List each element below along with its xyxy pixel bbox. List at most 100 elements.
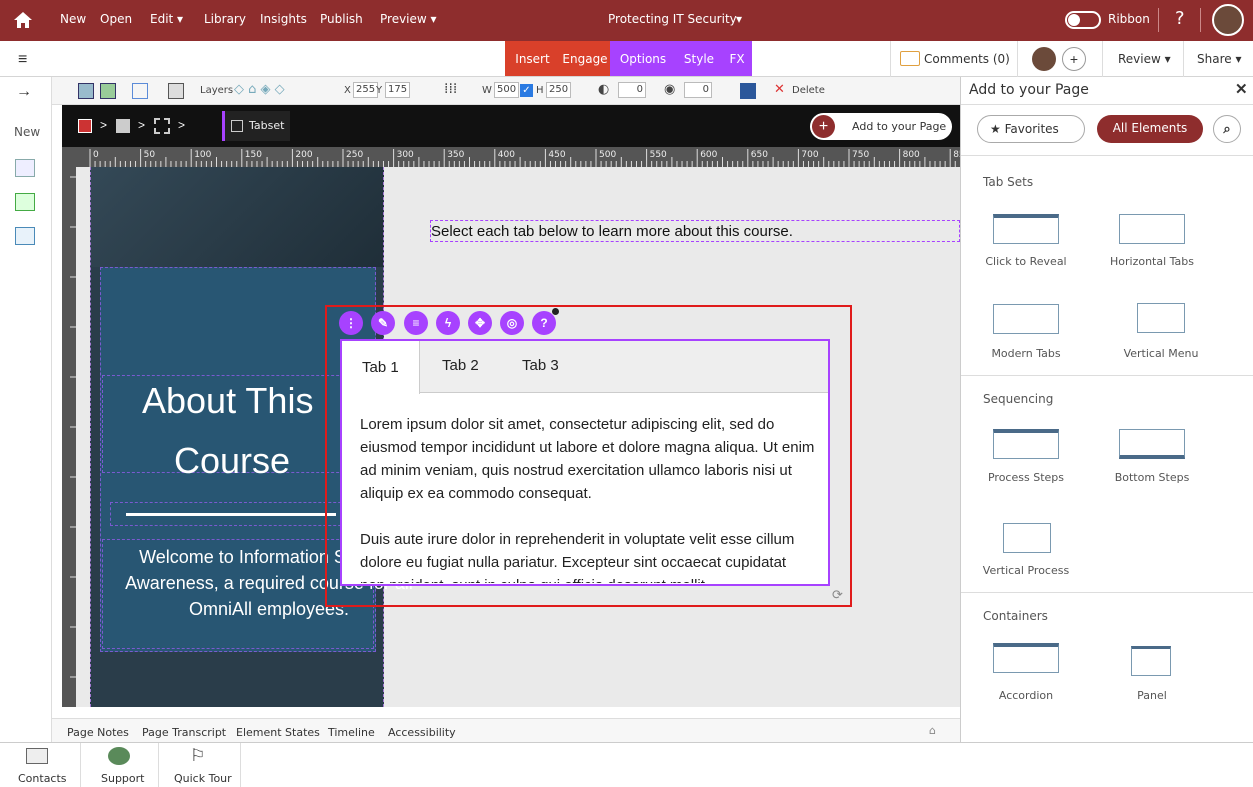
click-to-reveal-label[interactable]: Click to Reveal (966, 255, 1086, 268)
group-icon[interactable] (154, 118, 170, 134)
menu-new[interactable]: New (60, 12, 86, 26)
tab-2[interactable]: Tab 2 (442, 357, 479, 374)
comments-button[interactable]: Comments (0) (924, 52, 1010, 66)
help-circle-icon[interactable]: ? (532, 311, 556, 335)
pencil-icon[interactable]: ✎ (371, 311, 395, 335)
comment-icon[interactable] (900, 51, 920, 66)
modern-tabs-label[interactable]: Modern Tabs (966, 347, 1086, 360)
quick-tour-button[interactable]: Quick Tour (174, 772, 232, 785)
menu-insights[interactable]: Insights (260, 12, 307, 26)
horizontal-tabs-thumb[interactable] (1119, 214, 1185, 244)
user-avatar[interactable] (1212, 4, 1244, 36)
x-input[interactable]: 255 (353, 82, 379, 98)
horizontal-tabs-label[interactable]: Horizontal Tabs (1092, 255, 1212, 268)
ribbon-toggle[interactable] (1065, 11, 1101, 29)
heading-line2[interactable]: Course (174, 440, 290, 482)
more-options-icon[interactable]: ⋮ (339, 311, 363, 335)
add-to-page-button[interactable]: + Add to your Page (810, 113, 952, 140)
contacts-button[interactable]: Contacts (18, 772, 67, 785)
width-input[interactable]: 500 (494, 82, 520, 98)
rotate-handle-icon[interactable]: ⟳ (832, 587, 843, 603)
tab-1[interactable]: Tab 1 (342, 341, 420, 394)
help-icon[interactable]: ? (1175, 8, 1185, 29)
bottom-steps-label[interactable]: Bottom Steps (1092, 471, 1212, 484)
process-steps-thumb[interactable] (993, 429, 1059, 459)
menu-library[interactable]: Library (204, 12, 246, 26)
page-notes-tab[interactable]: Page Notes (67, 726, 129, 739)
vertical-menu-label[interactable]: Vertical Menu (1101, 347, 1221, 360)
accordion-label[interactable]: Accordion (966, 689, 1086, 702)
edit-tool-icon[interactable] (168, 83, 184, 99)
image-alt-tool-icon[interactable] (100, 83, 116, 99)
tab-3[interactable]: Tab 3 (522, 357, 559, 374)
lock-ratio-checkbox[interactable]: ✓ (520, 84, 533, 97)
search-page-icon[interactable] (15, 227, 35, 245)
add-collaborator-button[interactable]: + (1062, 47, 1086, 71)
opacity-input[interactable]: 0 (618, 82, 646, 98)
support-icon[interactable] (108, 747, 130, 765)
close-icon[interactable]: ✕ (1235, 80, 1248, 98)
container-icon[interactable] (116, 119, 130, 133)
target-icon[interactable]: ◎ (500, 311, 524, 335)
share-button[interactable]: Share ▾ (1197, 52, 1241, 66)
title-dropdown-icon[interactable]: ▾ (736, 12, 742, 26)
hamburger-icon[interactable]: ≡ (18, 51, 27, 69)
height-input[interactable]: 250 (546, 82, 572, 98)
arrow-right-icon[interactable]: → (16, 83, 32, 101)
tabset-widget[interactable]: Tab 1 Tab 2 Tab 3 Lorem ipsum dolor sit … (340, 339, 830, 586)
y-input[interactable]: 175 (385, 82, 411, 98)
word-doc-icon[interactable] (740, 83, 756, 99)
tab-options[interactable]: Options (610, 41, 676, 76)
frame-tool-icon[interactable] (132, 83, 148, 99)
accordion-thumb[interactable] (993, 643, 1059, 673)
page-icon[interactable] (78, 119, 92, 133)
support-button[interactable]: Support (101, 772, 144, 785)
timeline-tab[interactable]: Timeline (328, 726, 375, 739)
quiz-page-icon[interactable] (15, 193, 35, 211)
panel-thumb[interactable] (1131, 646, 1171, 676)
modern-tabs-thumb[interactable] (993, 304, 1059, 334)
all-elements-button[interactable]: All Elements (1097, 115, 1203, 143)
instruction-text[interactable]: Select each tab below to learn more abou… (430, 220, 960, 242)
bottom-steps-thumb[interactable] (1119, 429, 1185, 459)
menu-open[interactable]: Open (100, 12, 132, 26)
search-icon[interactable]: ⌕ (1213, 115, 1241, 143)
contacts-icon[interactable] (26, 748, 48, 764)
lightning-icon[interactable]: ϟ (436, 311, 460, 335)
layer-front-icon[interactable]: ◇ ⌂ ◈ ◇ (234, 82, 285, 97)
favorites-button[interactable]: ★ Favorites (977, 115, 1085, 143)
signpost-icon[interactable]: ⚐ (190, 746, 210, 766)
accessibility-tab[interactable]: Accessibility (388, 726, 456, 739)
home-icon[interactable] (12, 9, 34, 31)
vertical-process-label[interactable]: Vertical Process (966, 564, 1086, 577)
menu-preview[interactable]: Preview ▾ (380, 12, 437, 26)
vertical-menu-thumb[interactable] (1137, 303, 1185, 333)
tab-insert[interactable]: Insert (505, 41, 560, 76)
sliders-icon[interactable]: ≡ (404, 311, 428, 335)
tabset-breadcrumb-item[interactable]: Tabset (222, 111, 290, 141)
heading-line1[interactable]: About This (142, 380, 313, 422)
vertical-process-thumb[interactable] (1003, 523, 1051, 553)
element-states-tab[interactable]: Element States (236, 726, 320, 739)
tab-engage[interactable]: Engage (560, 41, 610, 76)
menu-publish[interactable]: Publish (320, 12, 363, 26)
review-button[interactable]: Review ▾ (1118, 52, 1171, 66)
delete-icon[interactable]: ✕ (774, 82, 785, 97)
tab-fx[interactable]: FX (722, 41, 752, 76)
rotate-input[interactable]: 0 (684, 82, 712, 98)
move-icon[interactable]: ✥ (468, 311, 492, 335)
image-tool-icon[interactable] (78, 83, 94, 99)
process-steps-label[interactable]: Process Steps (966, 471, 1086, 484)
expand-icon[interactable]: ⌂ (929, 724, 936, 737)
click-to-reveal-thumb[interactable] (993, 214, 1059, 244)
page-transcript-tab[interactable]: Page Transcript (142, 726, 226, 739)
collaborator-avatar[interactable] (1032, 47, 1056, 71)
delete-button[interactable]: Delete (792, 85, 825, 96)
page-template-icon[interactable] (15, 159, 35, 177)
course-title[interactable]: Protecting IT Security (608, 12, 737, 26)
menu-edit[interactable]: Edit ▾ (150, 12, 183, 26)
panel-label[interactable]: Panel (1092, 689, 1212, 702)
grid-icon[interactable]: ⁞⁞⁞ (444, 81, 457, 97)
tab-style[interactable]: Style (676, 41, 722, 76)
tab-1-label: Tab 1 (362, 359, 399, 376)
